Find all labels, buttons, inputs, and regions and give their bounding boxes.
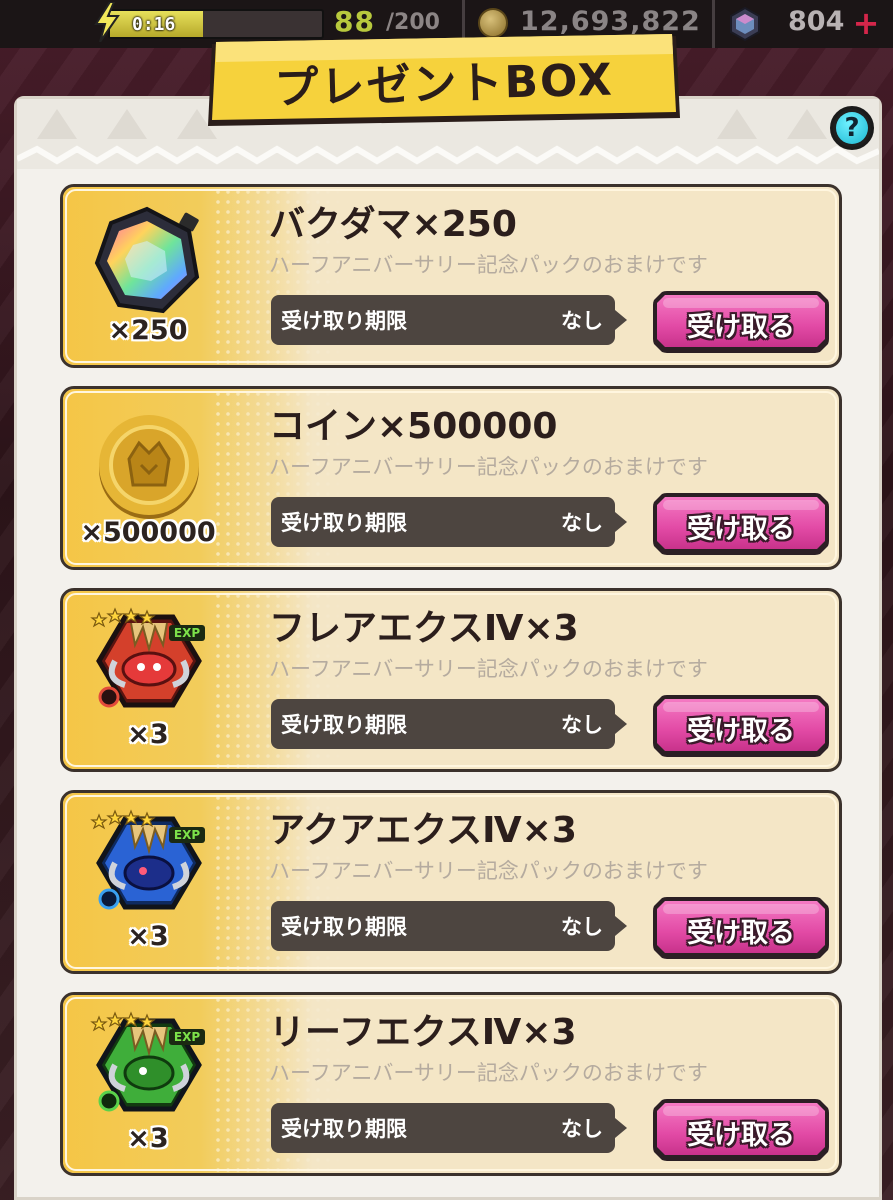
divider [712, 0, 715, 48]
deadline-value: なし [561, 511, 603, 535]
item-title: コイン×500000 [269, 406, 558, 447]
receive-button[interactable]: 受け取る [653, 897, 829, 959]
list-item: ×250 バクダマ×250 ハーフアニバーサリー記念パックのおまけです 受け取り… [60, 184, 842, 368]
deadline-bar: 受け取り期限 なし [271, 699, 627, 749]
deadline-value: なし [561, 713, 603, 737]
list-item: EXP ×3 フレアエクスⅣ×3 ハーフアニバーサリー記念パックのおまけです 受… [60, 588, 842, 772]
page-title: プレゼントBOX [273, 54, 615, 115]
deadline-label: 受け取り期限 [281, 713, 407, 737]
exp-badge-label: EXP [174, 626, 200, 640]
list-item: EXP ×3 リーフエクスⅣ×3 ハーフアニバーサリー記念パックのおまけです 受… [60, 992, 842, 1176]
item-description: ハーフアニバーサリー記念パックのおまけです [269, 253, 708, 277]
lightning-icon [94, 2, 120, 42]
deadline-label: 受け取り期限 [281, 511, 407, 535]
deadline-label: 受け取り期限 [281, 309, 407, 333]
leaf-ex-character-icon: EXP [90, 1011, 205, 1112]
coin-total: 12,693,822 [520, 6, 701, 37]
receive-button-face: 受け取る [657, 699, 825, 751]
item-description: ハーフアニバーサリー記念パックのおまけです [269, 859, 708, 883]
gold-coin-icon [99, 415, 199, 519]
item-quantity: ×3 [127, 1123, 169, 1154]
stamina-max: /200 [386, 10, 440, 35]
gem-total: 804 [788, 6, 845, 37]
item-quantity: ×250 [108, 315, 188, 346]
item-quantity: ×3 [127, 719, 169, 750]
receive-button[interactable]: 受け取る [653, 291, 829, 353]
receive-button-face: 受け取る [657, 295, 825, 347]
item-description: ハーフアニバーサリー記念パックのおまけです [269, 1061, 708, 1085]
receive-button-label: 受け取る [687, 1120, 795, 1151]
stamina-timer: 0:16 [132, 14, 176, 35]
deadline-value: なし [561, 1117, 603, 1141]
receive-button-face: 受け取る [657, 901, 825, 953]
receive-button-label: 受け取る [687, 514, 795, 545]
receive-button-face: 受け取る [657, 497, 825, 549]
deadline-label: 受け取り期限 [281, 915, 407, 939]
deadline-bar: 受け取り期限 なし [271, 901, 627, 951]
receive-button-label: 受け取る [687, 918, 795, 949]
item-description: ハーフアニバーサリー記念パックのおまけです [269, 455, 708, 479]
exp-badge-label: EXP [174, 828, 200, 842]
deadline-bar: 受け取り期限 なし [271, 295, 627, 345]
aqua-ex-character-icon: EXP [90, 809, 205, 910]
flare-ex-character-icon: EXP [90, 607, 205, 708]
receive-button-face: 受け取る [657, 1103, 825, 1155]
help-button[interactable]: ? [830, 106, 874, 150]
exp-badge-label: EXP [174, 1030, 200, 1044]
gem-icon [730, 6, 760, 42]
rainbow-gem-icon [94, 206, 200, 314]
receive-button-label: 受け取る [687, 716, 795, 747]
item-title: バクダマ×250 [269, 204, 517, 245]
list-item: EXP ×3 アクアエクスⅣ×3 ハーフアニバーサリー記念パックのおまけです 受… [60, 790, 842, 974]
deadline-label: 受け取り期限 [281, 1117, 407, 1141]
deadline-value: なし [561, 915, 603, 939]
list-item: ×500000 コイン×500000 ハーフアニバーサリー記念パックのおまけです… [60, 386, 842, 570]
receive-button[interactable]: 受け取る [653, 1099, 829, 1161]
deadline-bar: 受け取り期限 なし [271, 497, 627, 547]
item-description: ハーフアニバーサリー記念パックのおまけです [269, 657, 708, 681]
item-quantity: ×500000 [80, 517, 216, 548]
receive-button[interactable]: 受け取る [653, 493, 829, 555]
deadline-value: なし [561, 309, 603, 333]
question-icon: ? [836, 112, 868, 144]
receive-button[interactable]: 受け取る [653, 695, 829, 757]
receive-button-label: 受け取る [687, 312, 795, 343]
item-title: リーフエクスⅣ×3 [269, 1012, 577, 1053]
item-title: アクアエクスⅣ×3 [269, 810, 577, 851]
deadline-bar: 受け取り期限 なし [271, 1103, 627, 1153]
plus-icon[interactable]: + [852, 7, 880, 39]
item-title: フレアエクスⅣ×3 [269, 608, 579, 649]
item-quantity: ×3 [127, 921, 169, 952]
